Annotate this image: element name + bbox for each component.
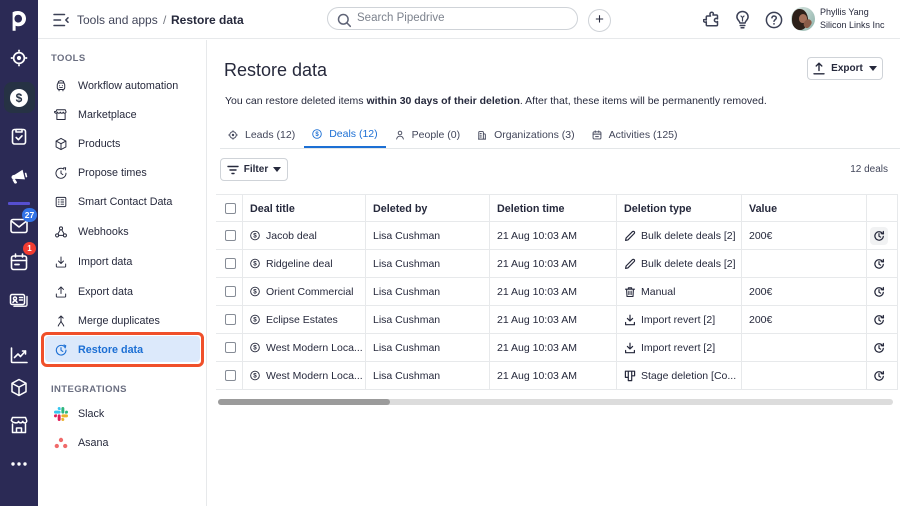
svg-text:$: $ xyxy=(253,261,257,268)
svg-text:$: $ xyxy=(253,317,257,324)
svg-text:$: $ xyxy=(253,373,257,380)
svg-text:$: $ xyxy=(253,233,257,240)
svg-text:$: $ xyxy=(253,289,257,296)
svg-text:$: $ xyxy=(253,345,257,352)
svg-text:$: $ xyxy=(16,91,23,105)
svg-text:$: $ xyxy=(316,132,320,138)
